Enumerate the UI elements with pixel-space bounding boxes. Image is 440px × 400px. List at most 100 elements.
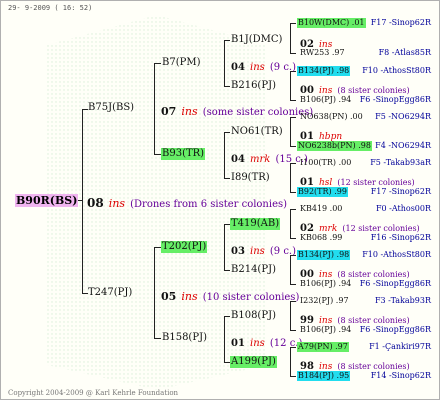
root-gen: 08 <box>87 196 104 210</box>
report-date: 29- 9-2009 ( 16: 52) <box>8 4 93 12</box>
queen-id-gen3[interactable]: B216(PJ) <box>231 81 276 91</box>
queen-gen: 01 <box>231 338 245 349</box>
ancestor-id[interactable]: B106(PJ) .94 <box>300 96 351 104</box>
ancestor-location: F5 -Takab93aR <box>370 158 431 167</box>
ancestor-id[interactable]: NO638(PN) .00 <box>300 113 363 121</box>
ancestor-id[interactable]: B134(PJ) .98 <box>297 66 351 76</box>
ancestor-id[interactable]: I232(PJ) .97 <box>300 297 349 305</box>
tree-line <box>290 330 296 331</box>
ancestor-id[interactable]: A79(PN) .97 <box>297 342 349 352</box>
queen-detail-gen2: 04 mrk (15 c.) <box>231 149 308 165</box>
root-queen-id[interactable]: B90R(BS) <box>15 194 79 207</box>
queen-ins: mrk <box>250 154 271 165</box>
dam-ins: ins <box>181 290 198 303</box>
ancestor-id[interactable]: B184(PJ) .95 <box>297 371 351 381</box>
ancestor-id[interactable]: NO6238b(PN) .98 <box>297 141 372 151</box>
queen-note: (8 sister colonies) <box>337 270 410 279</box>
queen-id-gen2[interactable]: T202(PJ) <box>161 241 208 253</box>
queen-detail-gen2: 04 ins (9 c.) <box>231 57 296 73</box>
queen-detail-gen3: 98 ins (8 sister colonies) <box>300 356 410 372</box>
sire-queen-id[interactable]: B75J(BS) <box>88 103 134 113</box>
tree-line <box>290 238 296 239</box>
ancestor-location: F4 -NO6294R <box>375 141 431 150</box>
queen-id-gen3[interactable]: I89(TR) <box>231 173 270 183</box>
dam-detail: 05 ins (10 sister colonies) <box>161 287 299 303</box>
ancestor-location: F3 -Takab93R <box>374 296 431 305</box>
queen-gen: 04 <box>231 62 245 73</box>
tree-line <box>154 247 161 248</box>
tree-line <box>290 117 291 147</box>
queen-id-gen2[interactable]: B93(TR) <box>161 148 206 160</box>
tree-line <box>290 71 291 101</box>
tree-line <box>290 301 291 331</box>
dam-queen-id[interactable]: T247(PJ) <box>88 288 132 298</box>
queen-detail-gen3: 01 hbpn <box>300 126 342 142</box>
ancestor-id[interactable]: B92(TR) .99 <box>297 187 348 197</box>
queen-id-gen2[interactable]: B7(PM) <box>162 58 200 68</box>
sire-ins: ins <box>181 105 198 118</box>
sire-detail: 07 ins (some sister colonies) <box>161 102 313 118</box>
queen-ins: ins <box>250 246 265 257</box>
ancestor-id[interactable]: RW253 .97 <box>300 49 345 57</box>
ancestor-location: F6 -SinopEgg86R <box>359 95 431 104</box>
tree-line <box>154 247 155 339</box>
queen-note: (9 c.) <box>269 62 297 73</box>
ancestor-id[interactable]: B10W(DMC) .01 <box>297 18 366 28</box>
tree-line <box>290 163 291 193</box>
queen-note: (12 sister colonies) <box>337 178 415 187</box>
tree-line <box>82 109 83 294</box>
tree-line <box>224 132 230 133</box>
ancestor-location: F10 -AthosSt80R <box>362 66 431 75</box>
ancestor-id[interactable]: B134(PJ) .98 <box>297 250 351 260</box>
ancestor-id[interactable]: B106(PJ) .94 <box>300 280 351 288</box>
queen-detail-gen3: 01 hsl (12 sister colonies) <box>300 172 415 188</box>
tree-line <box>224 224 225 271</box>
tree-line <box>154 63 155 155</box>
ancestor-location: F17 -Sinop62R <box>370 18 431 27</box>
queen-ins: ins <box>250 62 265 73</box>
tree-line <box>290 100 296 101</box>
queen-id-gen2[interactable]: B158(PJ) <box>162 333 207 343</box>
tree-line <box>290 209 291 239</box>
ancestor-location: F16 -Sinop62R <box>370 233 431 242</box>
root-detail: 08 ins (Drones from 6 sister colonies) <box>87 194 287 210</box>
tree-line <box>224 178 230 179</box>
queen-detail-gen3: 00 ins (8 sister colonies) <box>300 80 410 96</box>
ancestor-location: F1 -Çankiri97R <box>369 342 431 351</box>
ancestor-id[interactable]: KB419 .00 <box>300 205 342 213</box>
tree-line <box>290 23 296 24</box>
tree-line <box>290 376 296 377</box>
ancestor-id[interactable]: B106(PJ) .94 <box>300 326 351 334</box>
queen-id-gen3[interactable]: B1J(DMC) <box>231 35 282 45</box>
queen-id-gen3[interactable]: B214(PJ) <box>231 265 276 275</box>
queen-detail-gen3: 00 ins (8 sister colonies) <box>300 264 410 280</box>
sire-note: (some sister colonies) <box>202 107 314 118</box>
queen-detail-gen3: 99 ins (8 sister colonies) <box>300 310 410 326</box>
ancestor-location: F8 -Atlas85R <box>378 48 431 57</box>
tree-line <box>224 40 230 41</box>
ancestor-id[interactable]: KB068 .99 <box>300 234 342 242</box>
tree-line <box>154 338 161 339</box>
queen-gen: 04 <box>231 154 245 165</box>
queen-id-gen3[interactable]: A199(PJ) <box>230 356 277 368</box>
tree-line <box>224 40 225 87</box>
ancestor-location: F17 -Sinop62R <box>370 187 431 196</box>
queen-id-gen3[interactable]: NO61(TR) <box>231 127 283 137</box>
tree-line <box>224 270 230 271</box>
tree-line <box>290 23 291 54</box>
copyright-footer: Copyright 2004-2009 @ Karl Kehrle Founda… <box>8 389 179 397</box>
queen-note: (8 sister colonies) <box>337 86 410 95</box>
queen-id-gen3[interactable]: B108(PJ) <box>231 311 276 321</box>
tree-line <box>224 132 225 179</box>
tree-line <box>290 53 296 54</box>
queen-gen: 03 <box>231 246 245 257</box>
root-ins: ins <box>108 197 126 210</box>
queen-detail-gen3: 02 mrk (12 sister colonies) <box>300 218 420 234</box>
ancestor-id[interactable]: I100(TR) .00 <box>300 159 351 167</box>
ancestor-location: F10 -AthosSt80R <box>362 250 431 259</box>
tree-line <box>290 284 296 285</box>
tree-line <box>290 255 291 285</box>
queen-ins: ins <box>250 338 265 349</box>
queen-id-gen3[interactable]: T419(AB) <box>230 218 281 230</box>
queen-detail-gen2: 03 ins (9 c.) <box>231 241 296 257</box>
